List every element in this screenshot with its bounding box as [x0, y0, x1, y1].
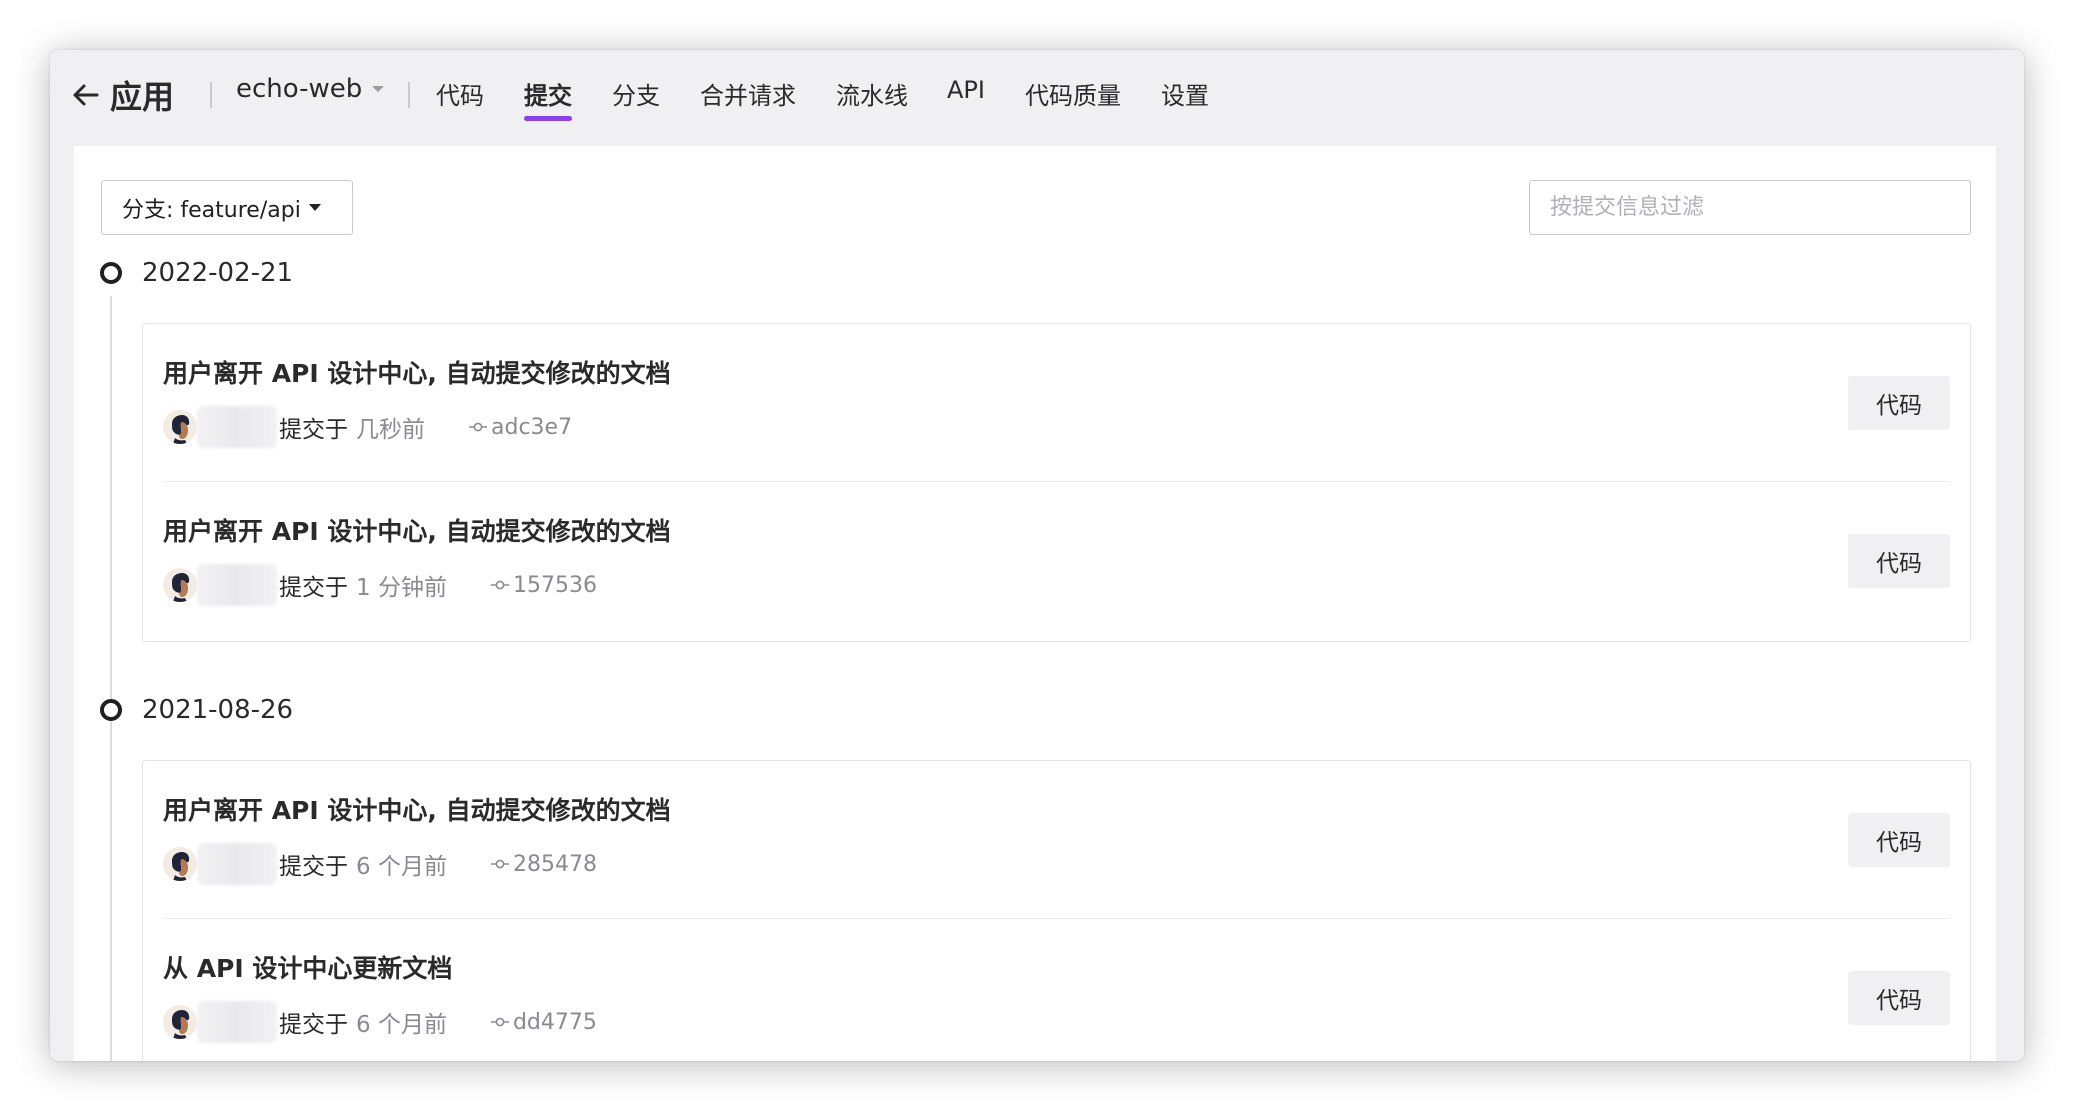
commit-title[interactable]: 从 API 设计中心更新文档 [163, 949, 452, 985]
commit-verb: 提交于 [279, 575, 348, 601]
commit-row: 从 API 设计中心更新文档 提交于 6 个月前 dd4775 代码 [163, 919, 1950, 1061]
active-tab-indicator [524, 116, 572, 121]
commit-icon [490, 1017, 509, 1027]
commit-icon [490, 580, 509, 590]
commit-group-card: 用户离开 API 设计中心, 自动提交修改的文档 提交于 6 个月前 28547… [142, 760, 1971, 1061]
commit-title[interactable]: 用户离开 API 设计中心, 自动提交修改的文档 [163, 354, 671, 390]
commit-row: 用户离开 API 设计中心, 自动提交修改的文档 提交于 6 个月前 28547… [163, 761, 1950, 919]
view-code-button[interactable]: 代码 [1848, 813, 1950, 867]
commit-sha: 285478 [512, 851, 597, 877]
tab-code-quality[interactable]: 代码质量 [1025, 76, 1121, 111]
commit-time: 6 个月前 [356, 1012, 447, 1038]
chevron-down-icon [372, 86, 385, 92]
commit-meta: 提交于 几秒前 adc3e7 [163, 406, 572, 448]
timeline-dot [100, 699, 122, 721]
tab-commits[interactable]: 提交 [524, 76, 572, 111]
tab-pipelines[interactable]: 流水线 [836, 76, 908, 111]
date-label: 2021-08-26 [142, 695, 294, 725]
commit-sha: 157536 [512, 572, 597, 598]
view-code-button[interactable]: 代码 [1848, 376, 1950, 430]
commit-group-card: 用户离开 API 设计中心, 自动提交修改的文档 提交于 几秒前 adc3e7 … [142, 323, 1971, 642]
avatar [163, 847, 197, 881]
commit-meta: 提交于 1 分钟前 157536 [163, 564, 597, 606]
commit-sha: dd4775 [512, 1009, 597, 1035]
avatar [163, 1005, 197, 1039]
commit-time: 几秒前 [356, 417, 425, 443]
commit-time: 6 个月前 [356, 854, 447, 880]
caret-down-icon [308, 204, 321, 211]
date-label: 2022-02-21 [142, 258, 294, 288]
commits-panel: 分支: feature/api 2022-02-21 用户离开 API 设计中心… [74, 146, 1996, 1061]
tab-api[interactable]: API [947, 76, 985, 104]
nav-separator [408, 82, 410, 108]
avatar [163, 568, 197, 602]
back-button[interactable]: 应用 [70, 72, 174, 118]
tab-code[interactable]: 代码 [436, 76, 484, 111]
commit-icon [469, 422, 487, 432]
commit-sha: adc3e7 [491, 414, 573, 440]
commit-row: 用户离开 API 设计中心, 自动提交修改的文档 提交于 1 分钟前 15753… [163, 482, 1950, 640]
commit-filter-input[interactable] [1529, 180, 1971, 235]
tab-merge-requests[interactable]: 合并请求 [700, 76, 796, 111]
branch-select[interactable]: 分支: feature/api [101, 180, 353, 235]
branch-select-label: 分支: feature/api [122, 197, 301, 223]
tab-settings[interactable]: 设置 [1161, 76, 1209, 111]
view-code-button[interactable]: 代码 [1848, 534, 1950, 588]
author-name [197, 406, 277, 448]
author-name [197, 843, 277, 885]
back-label: 应用 [110, 78, 175, 116]
repo-selector[interactable]: echo-web [236, 74, 385, 104]
commit-meta: 提交于 6 个月前 dd4775 [163, 1001, 597, 1043]
author-name [197, 1001, 277, 1043]
avatar [163, 410, 197, 444]
author-name [197, 564, 277, 606]
timeline-dot [100, 262, 122, 284]
commit-verb: 提交于 [279, 417, 348, 443]
commit-sha-link[interactable]: adc3e7 [469, 415, 572, 440]
commit-icon [490, 859, 509, 869]
commit-sha-link[interactable]: 157536 [490, 572, 597, 598]
commit-sha-link[interactable]: 285478 [490, 851, 597, 877]
top-navigation: 应用 echo-web 代码 提交 分支 合并请求 流水线 API 代码质量 设… [50, 50, 2024, 146]
commit-title[interactable]: 用户离开 API 设计中心, 自动提交修改的文档 [163, 791, 671, 827]
arrow-left-icon [73, 84, 99, 106]
repo-name: echo-web [236, 74, 363, 104]
commit-sha-link[interactable]: dd4775 [490, 1009, 597, 1035]
app-window: 应用 echo-web 代码 提交 分支 合并请求 流水线 API 代码质量 设… [50, 50, 2024, 1061]
commit-meta: 提交于 6 个月前 285478 [163, 843, 597, 885]
commit-title[interactable]: 用户离开 API 设计中心, 自动提交修改的文档 [163, 512, 671, 548]
tab-branches[interactable]: 分支 [612, 76, 660, 111]
commit-verb: 提交于 [279, 854, 348, 880]
commit-verb: 提交于 [279, 1012, 348, 1038]
timeline-line [110, 296, 112, 1061]
nav-separator [210, 82, 212, 108]
commit-row: 用户离开 API 设计中心, 自动提交修改的文档 提交于 几秒前 adc3e7 … [163, 324, 1950, 482]
view-code-button[interactable]: 代码 [1848, 971, 1950, 1025]
commit-time: 1 分钟前 [356, 575, 447, 601]
